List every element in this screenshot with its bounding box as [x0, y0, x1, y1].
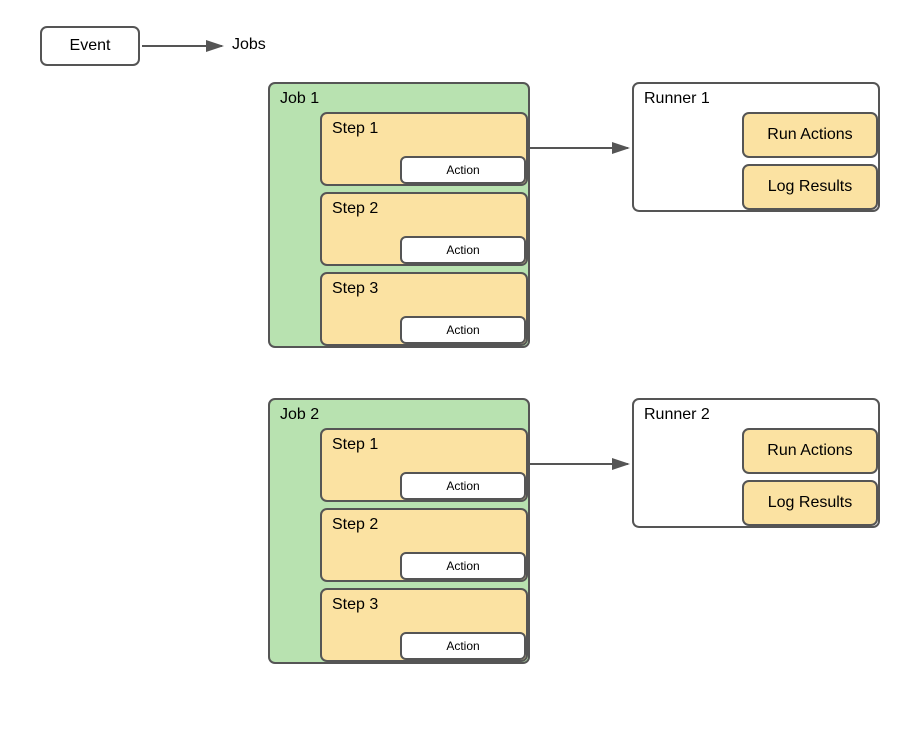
jobs-heading: Jobs — [232, 36, 266, 54]
runner-2-title: Runner 2 — [644, 406, 710, 424]
job-2-title: Job 2 — [280, 406, 319, 424]
event-label: Event — [70, 37, 111, 55]
runner-2-log-results: Log Results — [742, 480, 878, 526]
diagram-canvas: Event Jobs Job 1 Step 1 Action Step 2 Ac… — [0, 0, 920, 734]
event-box: Event — [40, 26, 140, 66]
runner-1-run-actions: Run Actions — [742, 112, 878, 158]
job-2-step-3-action: Action — [400, 632, 526, 660]
job-1-title: Job 1 — [280, 90, 319, 108]
job-2-step-3-title: Step 3 — [332, 596, 378, 614]
job-2-step-1-title: Step 1 — [332, 436, 378, 454]
job-1-step-3-action: Action — [400, 316, 526, 344]
job-1-step-3-title: Step 3 — [332, 280, 378, 298]
job-2-step-2-title: Step 2 — [332, 516, 378, 534]
runner-1-title: Runner 1 — [644, 90, 710, 108]
runner-2-run-actions: Run Actions — [742, 428, 878, 474]
job-1-step-1-title: Step 1 — [332, 120, 378, 138]
job-1-step-2-action: Action — [400, 236, 526, 264]
runner-1-log-results: Log Results — [742, 164, 878, 210]
job-1-step-2-title: Step 2 — [332, 200, 378, 218]
job-2-step-1-action: Action — [400, 472, 526, 500]
job-1-step-1-action: Action — [400, 156, 526, 184]
job-2-step-2-action: Action — [400, 552, 526, 580]
